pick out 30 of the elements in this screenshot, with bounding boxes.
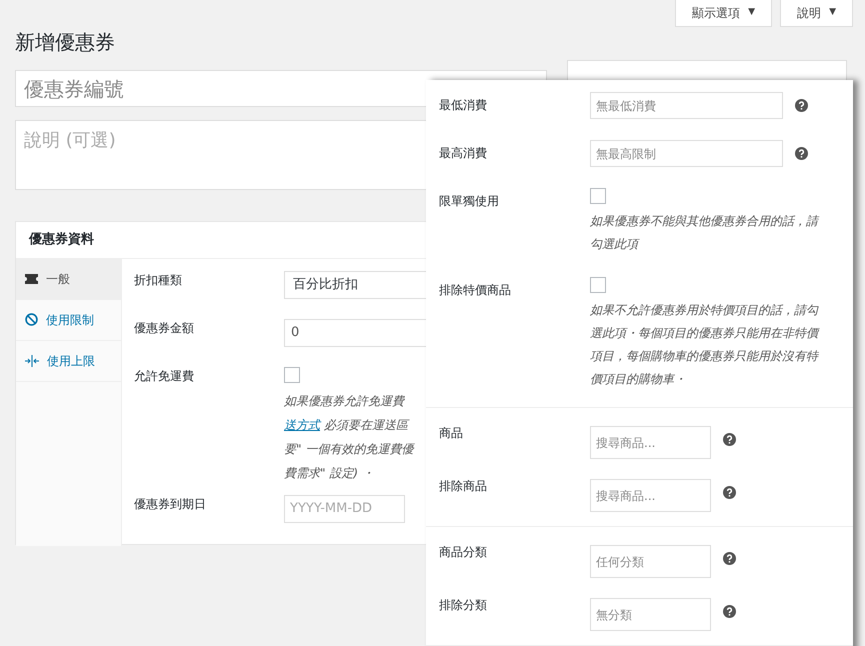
dropdown-tab[interactable]: 說明 ▼: [780, 0, 853, 27]
field-label: 排除分類: [439, 597, 488, 614]
field-label: 排除商品: [439, 478, 488, 495]
input-field[interactable]: 搜尋商品...: [590, 479, 711, 512]
help-text: 如果優惠券不能與其他優惠券合用的話，請勾選此項: [590, 213, 820, 253]
help-text: 費需求" 設定) ・: [284, 464, 374, 482]
side-tab[interactable]: 一般: [16, 258, 121, 300]
help-text: 如果優惠券允許免運費: [284, 392, 404, 410]
field-label: 允許免運費: [134, 368, 195, 384]
input-field[interactable]: 任何分類: [590, 545, 711, 578]
field-label: 最高消費: [439, 145, 488, 162]
input-field[interactable]: 無最高限制: [590, 140, 783, 167]
shipping-method-link[interactable]: 送方式: [284, 412, 320, 436]
field-label: 商品: [439, 425, 464, 442]
dropdown-tab[interactable]: 顯示選項 ▼: [675, 0, 772, 27]
field-label: 限單獨使用: [439, 193, 500, 210]
help-text: 如果不允許優惠券用於特價項目的話，請勾選此項・每個項目的優惠券只能用在非特價項目，每個購物車的優惠券只能用於沒有特價項目的購物車・: [590, 302, 821, 388]
input-field[interactable]: 搜尋商品...: [590, 426, 711, 459]
side-tab[interactable]: 使用上限: [16, 340, 121, 382]
field-label: 商品分類: [439, 544, 488, 561]
field-label: 優惠券到期日: [134, 496, 207, 512]
side-tab[interactable]: 使用限制: [16, 300, 121, 340]
help-text: 要" 一個有效的免運費優: [284, 440, 414, 458]
page-title: 新增優惠券: [15, 29, 116, 56]
input-field[interactable]: 無分類: [590, 598, 711, 631]
field-label: 折扣種類: [134, 272, 183, 288]
help-text: 必須要在運送區: [322, 416, 408, 434]
input-field[interactable]: 無最低消費: [590, 92, 783, 119]
field-label: 優惠券金額: [134, 320, 195, 336]
date-field[interactable]: YYYY-MM-DD: [284, 494, 405, 522]
